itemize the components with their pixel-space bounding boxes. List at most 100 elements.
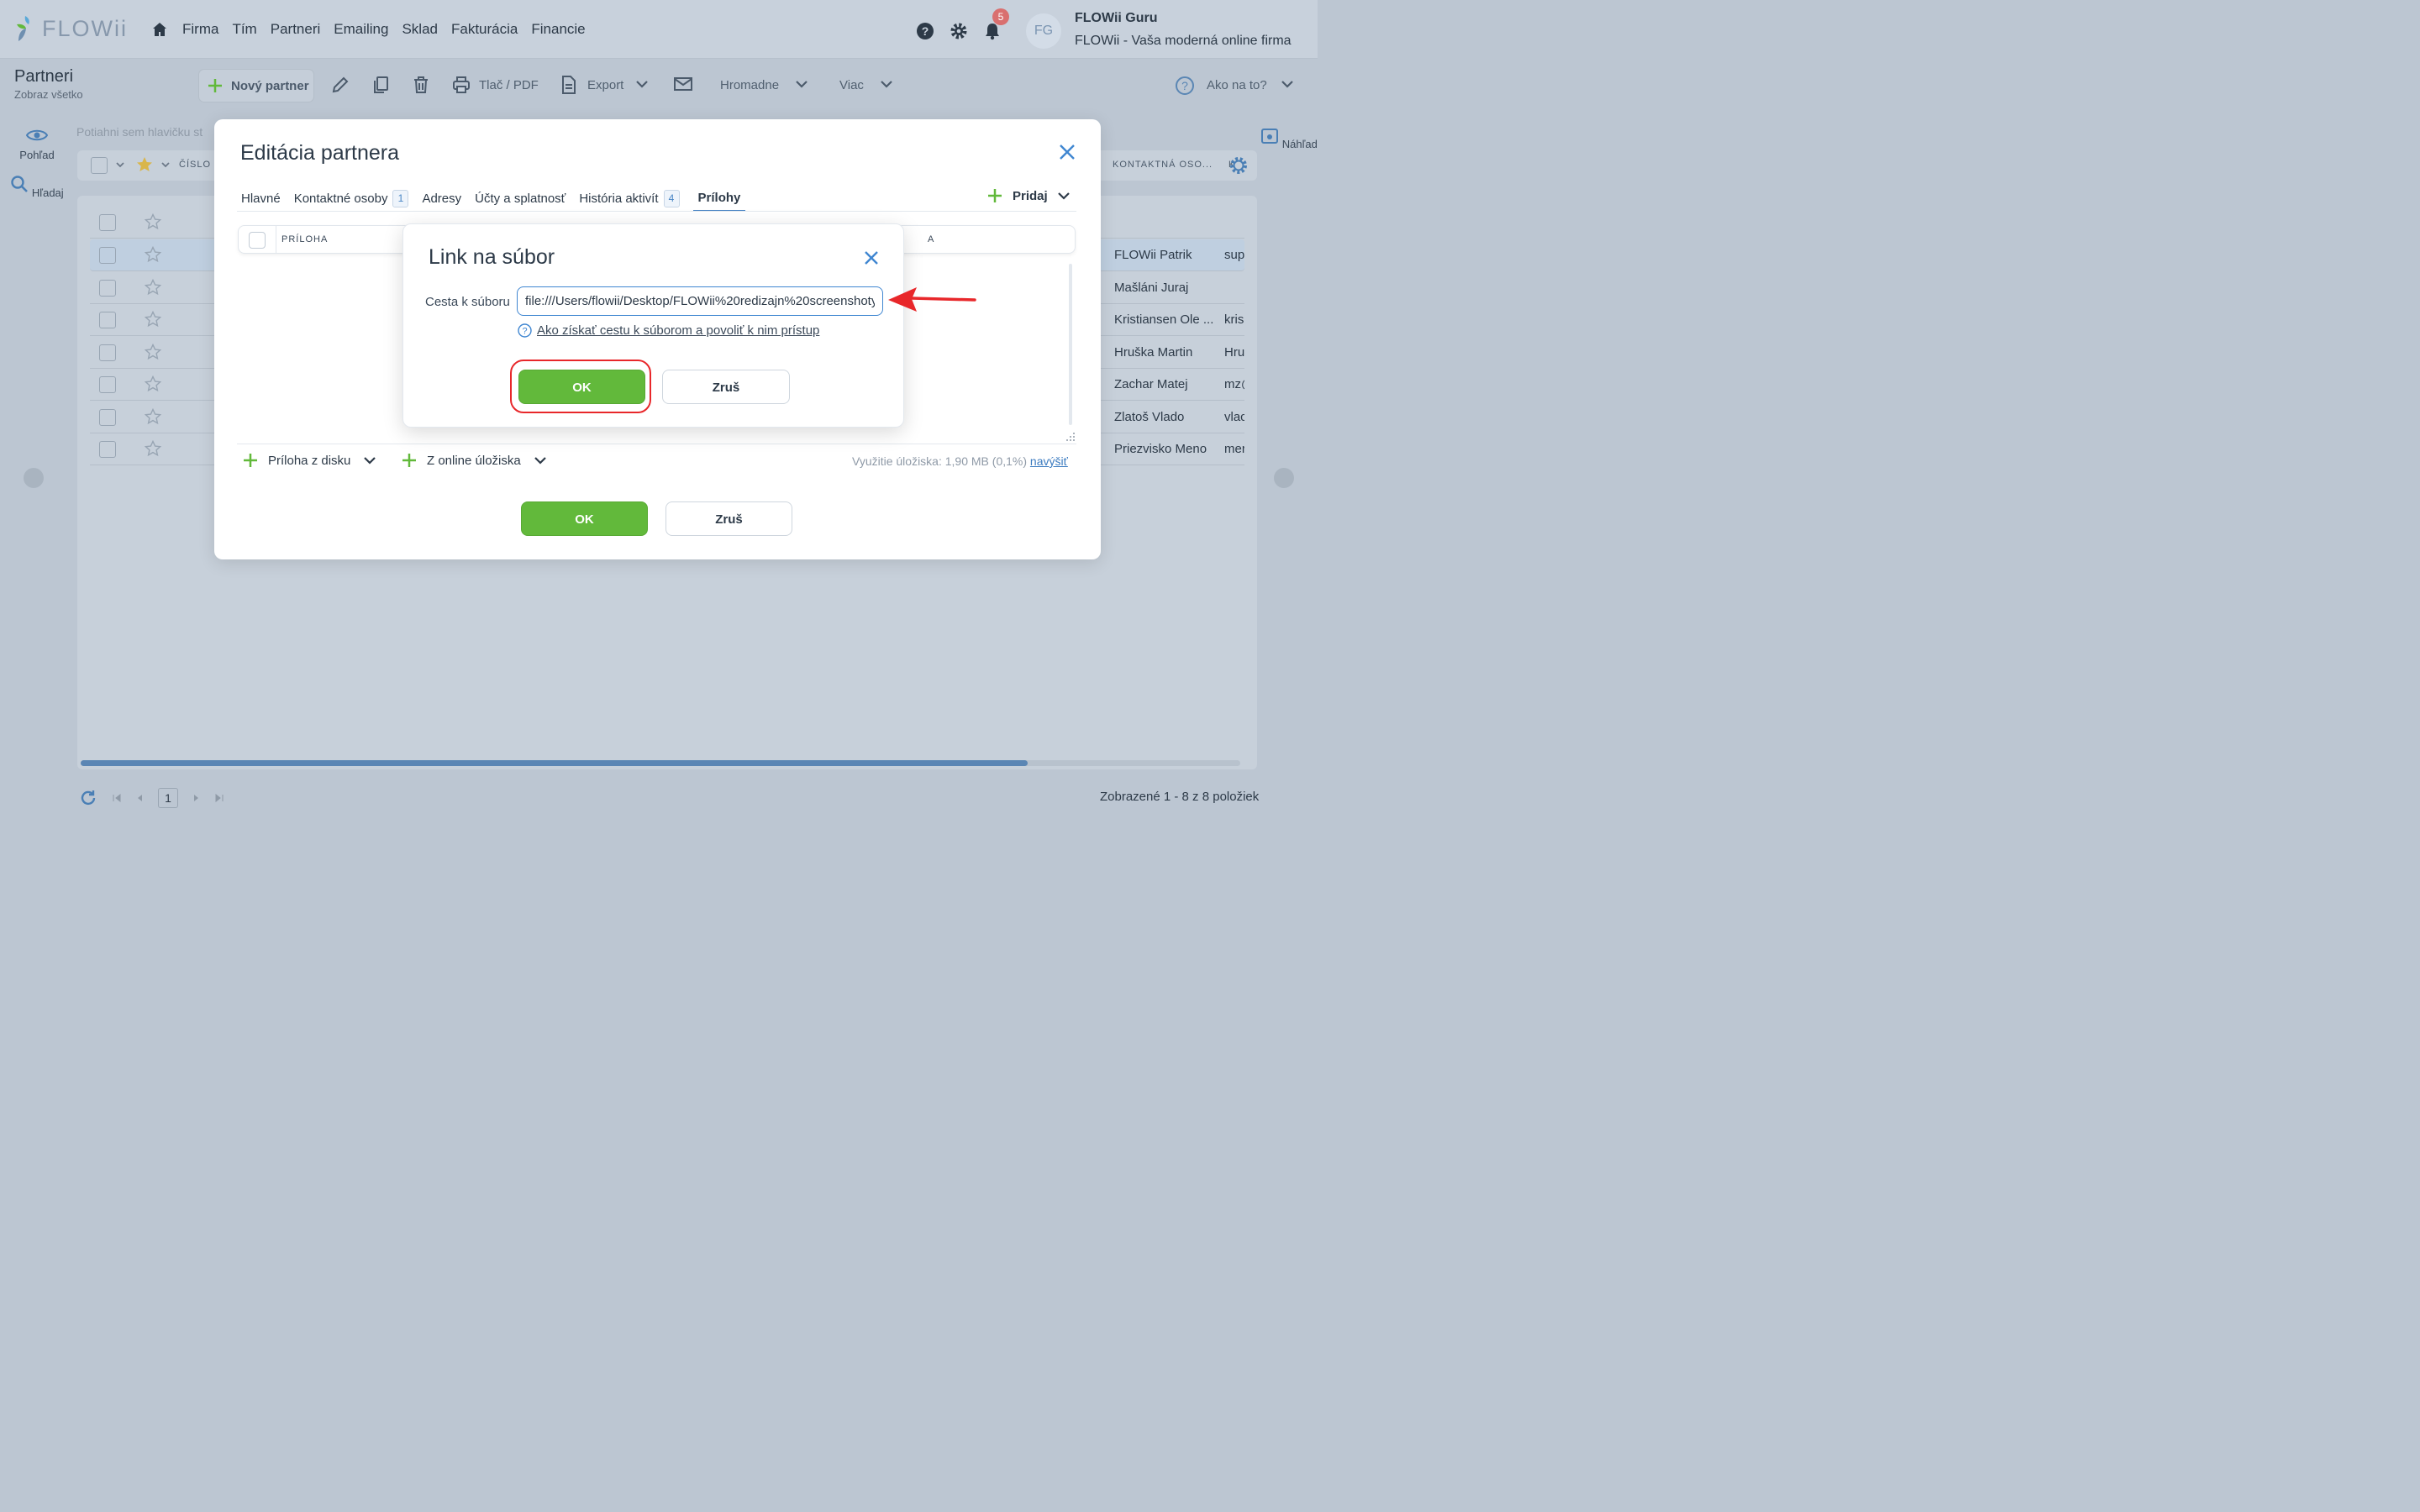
row-checkbox[interactable] xyxy=(99,247,116,264)
column-attachment[interactable]: PRÍLOHA xyxy=(281,234,328,244)
tab-accounts[interactable]: Účty a splatnosť xyxy=(475,185,566,212)
ok-button[interactable]: OK xyxy=(521,501,648,536)
column-other[interactable]: A xyxy=(928,234,934,244)
more-button[interactable]: Viac xyxy=(839,78,864,92)
file-path-input[interactable] xyxy=(517,286,883,316)
column-contact[interactable]: KONTAKTNÁ OSO... xyxy=(1113,160,1213,170)
home-icon[interactable] xyxy=(151,21,168,38)
select-all-checkbox[interactable] xyxy=(249,232,266,249)
question-circle-icon[interactable]: ? xyxy=(1175,76,1195,96)
prev-page-icon[interactable] xyxy=(136,794,143,802)
nav-item-fakturacia[interactable]: Fakturácia xyxy=(451,21,518,38)
export-button[interactable]: Export xyxy=(587,78,623,92)
row-name: FLOWii Patrik xyxy=(1114,248,1192,262)
pencil-icon[interactable] xyxy=(331,76,350,94)
chevron-down-icon[interactable] xyxy=(1057,192,1070,200)
page-title: Partneri xyxy=(14,67,74,86)
bulk-button[interactable]: Hromadne xyxy=(720,78,779,92)
vertical-scrollbar[interactable] xyxy=(1069,264,1072,425)
nav-item-sklad[interactable]: Sklad xyxy=(402,21,438,38)
add-button[interactable]: Pridaj xyxy=(987,188,1070,203)
copy-icon[interactable] xyxy=(371,76,390,94)
howto-button[interactable]: Ako na to? xyxy=(1207,78,1267,92)
attach-online-button[interactable]: Z online úložiska xyxy=(402,453,546,468)
select-all-checkbox[interactable] xyxy=(91,157,108,174)
avatar[interactable]: FG xyxy=(1026,13,1061,49)
cancel-button[interactable]: Zruš xyxy=(666,501,792,536)
star-outline-icon[interactable] xyxy=(145,408,161,425)
row-checkbox[interactable] xyxy=(99,214,116,231)
chevron-down-icon[interactable] xyxy=(796,80,808,88)
nav-item-tim[interactable]: Tím xyxy=(232,21,256,38)
chevron-down-icon[interactable] xyxy=(636,80,648,88)
chevron-down-icon[interactable] xyxy=(534,456,546,465)
row-checkbox[interactable] xyxy=(99,409,116,426)
tab-addresses[interactable]: Adresy xyxy=(422,185,461,212)
row-checkbox[interactable] xyxy=(99,441,116,458)
mail-icon[interactable] xyxy=(673,76,693,92)
star-outline-icon[interactable] xyxy=(145,344,161,360)
tab-label: História aktivít xyxy=(579,191,659,206)
printer-icon[interactable] xyxy=(452,76,471,94)
page-number[interactable]: 1 xyxy=(158,788,178,808)
nav-item-partneri[interactable]: Partneri xyxy=(271,21,321,38)
nav-item-firma[interactable]: Firma xyxy=(182,21,218,38)
flowii-logo[interactable]: FLOWii xyxy=(13,14,128,43)
chevron-down-icon[interactable] xyxy=(1281,80,1293,88)
row-name: Mašláni Juraj xyxy=(1114,281,1189,295)
notification-badge: 5 xyxy=(992,8,1009,25)
tab-main[interactable]: Hlavné xyxy=(241,185,281,212)
row-checkbox[interactable] xyxy=(99,376,116,393)
nav-item-emailing[interactable]: Emailing xyxy=(334,21,388,38)
cancel-button[interactable]: Zruš xyxy=(662,370,790,404)
page-subtitle[interactable]: Zobraz všetko xyxy=(14,88,83,101)
file-path-help[interactable]: ? Ako získať cestu k súborom a povoliť k… xyxy=(518,323,819,338)
star-outline-icon[interactable] xyxy=(145,311,161,328)
sidebar-item-preview[interactable]: Náhľad xyxy=(1260,128,1318,150)
nav-item-financie[interactable]: Financie xyxy=(531,21,585,38)
row-checkbox[interactable] xyxy=(99,312,116,328)
horizontal-scrollbar[interactable] xyxy=(81,760,1240,766)
star-outline-icon[interactable] xyxy=(145,279,161,296)
scrollbar-thumb[interactable] xyxy=(81,760,1028,766)
close-icon[interactable] xyxy=(863,249,880,266)
star-outline-icon[interactable] xyxy=(145,213,161,230)
attach-from-disk-button[interactable]: Príloha z disku xyxy=(243,453,376,468)
tab-history[interactable]: História aktivít 4 xyxy=(579,185,680,212)
chevron-down-icon[interactable] xyxy=(161,162,170,168)
last-page-icon[interactable] xyxy=(215,794,224,802)
resize-grip-icon[interactable] xyxy=(1065,432,1076,442)
trash-icon[interactable] xyxy=(412,76,430,94)
star-outline-icon[interactable] xyxy=(145,246,161,263)
row-checkbox[interactable] xyxy=(99,344,116,361)
help-icon[interactable]: ? xyxy=(916,22,934,40)
gear-icon[interactable] xyxy=(950,22,968,40)
row-name: Zlatoš Vlado xyxy=(1114,410,1185,424)
star-outline-icon[interactable] xyxy=(145,440,161,457)
tab-label: Hlavné xyxy=(241,191,281,206)
tab-attachments[interactable]: Prílohy xyxy=(692,185,746,212)
chevron-down-icon[interactable] xyxy=(364,456,376,465)
refresh-icon[interactable] xyxy=(79,789,97,807)
first-page-icon[interactable] xyxy=(113,794,121,802)
scroll-left-button[interactable] xyxy=(24,468,44,488)
increase-storage-link[interactable]: navýšiť xyxy=(1030,454,1068,468)
search-icon xyxy=(10,175,29,197)
scroll-right-button[interactable] xyxy=(1274,468,1294,488)
next-page-icon[interactable] xyxy=(193,794,200,802)
file-path-help-link[interactable]: Ako získať cestu k súborom a povoliť k n… xyxy=(537,323,819,338)
print-pdf-button[interactable]: Tlač / PDF xyxy=(479,78,539,92)
row-checkbox[interactable] xyxy=(99,280,116,297)
star-filled-icon[interactable] xyxy=(136,156,153,173)
gear-icon[interactable] xyxy=(1228,155,1249,176)
chevron-down-icon[interactable] xyxy=(881,80,892,88)
column-number[interactable]: ČÍSLO xyxy=(179,160,211,170)
star-outline-icon[interactable] xyxy=(145,375,161,392)
new-partner-button[interactable]: Nový partner xyxy=(198,69,314,102)
sidebar-item-search[interactable]: Hľadaj xyxy=(8,175,66,199)
tab-contacts[interactable]: Kontaktné osoby 1 xyxy=(294,185,409,212)
chevron-down-icon[interactable] xyxy=(116,162,124,168)
close-icon[interactable] xyxy=(1058,143,1076,161)
sidebar-item-view[interactable]: Pohľad xyxy=(8,128,66,161)
document-icon[interactable] xyxy=(560,76,577,94)
